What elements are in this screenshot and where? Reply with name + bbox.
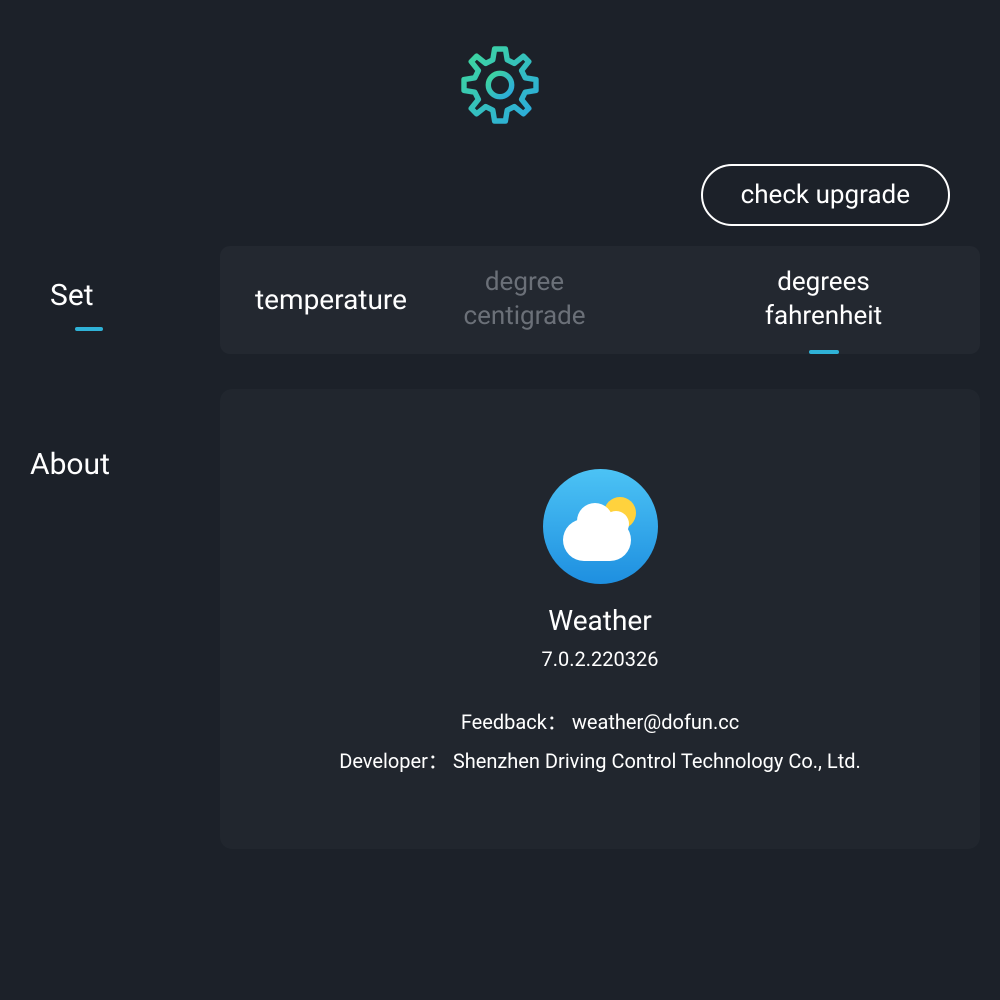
- developer-value: Shenzhen Driving Control Technology Co.,…: [453, 749, 861, 773]
- sidebar-item-about[interactable]: About: [20, 435, 200, 494]
- sidebar: Set About: [20, 246, 200, 849]
- sidebar-item-label: Set: [50, 278, 94, 313]
- content: Set About temperature degree centigrade …: [0, 246, 1000, 849]
- temperature-label: temperature: [255, 283, 407, 316]
- about-panel: Weather 7.0.2.220326 Feedback： weather@d…: [220, 389, 980, 849]
- feedback-row: Feedback： weather@dofun.cc: [260, 706, 940, 735]
- feedback-label: Feedback：: [461, 710, 567, 734]
- weather-app-icon: [543, 469, 658, 584]
- feedback-value: weather@dofun.cc: [572, 710, 739, 734]
- temperature-option-centigrade[interactable]: degree centigrade: [407, 266, 642, 334]
- sidebar-item-set[interactable]: Set: [20, 266, 200, 325]
- developer-row: Developer： Shenzhen Driving Control Tech…: [260, 745, 940, 774]
- app-name: Weather: [260, 604, 940, 637]
- gear-icon: [455, 40, 545, 134]
- main-panel: temperature degree centigrade degrees fa…: [200, 246, 980, 849]
- header: [0, 0, 1000, 164]
- developer-label: Developer：: [339, 749, 448, 773]
- upgrade-row: check upgrade: [0, 164, 1000, 246]
- check-upgrade-button[interactable]: check upgrade: [701, 164, 950, 226]
- app-version: 7.0.2.220326: [260, 647, 940, 671]
- temperature-setting-row: temperature degree centigrade degrees fa…: [220, 246, 980, 354]
- temperature-option-fahrenheit[interactable]: degrees fahrenheit: [702, 266, 945, 334]
- sidebar-item-label: About: [30, 447, 110, 482]
